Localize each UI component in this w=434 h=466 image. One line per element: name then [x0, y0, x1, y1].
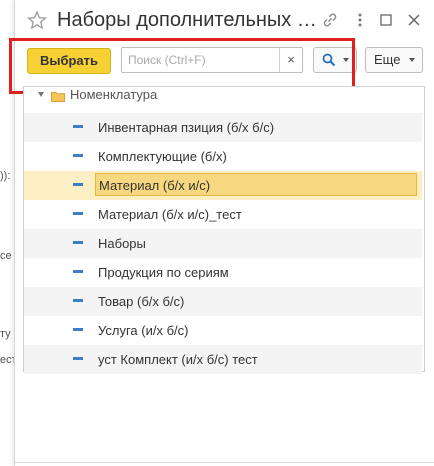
list-item-label: Материал (б/х и/с) — [95, 173, 417, 196]
background-window: )): се ту ест — [0, 0, 17, 466]
magnifier-icon — [322, 53, 336, 72]
window-title: Наборы дополнительных … — [57, 9, 317, 31]
search-field[interactable]: Поиск (Ctrl+F) × — [121, 47, 303, 73]
list-item-label: уст Комплект (и/х б/с) тест — [98, 352, 258, 367]
command-bar: Выбрать Поиск (Ctrl+F) × Еще — [15, 44, 434, 76]
item-marker-icon — [73, 299, 83, 302]
list-item-label: Инвентарная пзиция (б/х б/с) — [98, 120, 275, 135]
list-item[interactable]: Наборы — [24, 229, 422, 258]
item-marker-icon — [73, 154, 83, 157]
item-marker-icon — [73, 270, 83, 273]
more-button-label: Еще — [374, 52, 401, 67]
list-item[interactable]: Продукция по сериям — [24, 258, 422, 287]
maximize-icon[interactable] — [377, 11, 395, 29]
chevron-down-icon — [343, 58, 349, 62]
expand-icon[interactable] — [38, 92, 44, 97]
list-item[interactable]: Материал (б/х и/с)_тест — [24, 200, 422, 229]
item-marker-icon — [73, 183, 83, 186]
list-item-label: Материал (б/х и/с)_тест — [98, 207, 242, 222]
divider — [15, 462, 434, 463]
list-item[interactable]: Инвентарная пзиция (б/х б/с) — [24, 113, 422, 142]
search-options-button[interactable] — [313, 47, 357, 73]
list-item[interactable]: уст Комплект (и/х б/с) тест — [24, 345, 422, 374]
list-item-label: Продукция по сериям — [98, 265, 229, 280]
background-text: се — [0, 250, 12, 262]
background-text: )): — [0, 170, 11, 182]
item-marker-icon — [73, 357, 83, 360]
more-vertical-icon[interactable] — [351, 11, 369, 29]
tree-root[interactable]: Номенклатура — [24, 85, 422, 105]
item-marker-icon — [73, 328, 83, 331]
selection-dialog: Наборы дополнительных … Выбрать Поиск (C… — [9, 0, 434, 466]
close-icon[interactable] — [405, 11, 423, 29]
list-item-label: Товар (б/х б/с) — [98, 294, 185, 309]
tree-list[interactable]: Номенклатура Инвентарная пзиция (б/х б/с… — [23, 85, 425, 374]
list-item-label: Наборы — [98, 236, 146, 251]
title-bar: Наборы дополнительных … — [15, 0, 434, 40]
link-icon[interactable] — [321, 11, 339, 29]
list-item-selected[interactable]: Материал (б/х и/с) — [24, 171, 422, 200]
select-button[interactable]: Выбрать — [27, 48, 111, 74]
search-input[interactable]: Поиск (Ctrl+F) — [128, 48, 278, 72]
tree-root-label: Номенклатура — [70, 87, 158, 102]
more-button[interactable]: Еще — [365, 47, 423, 73]
item-marker-icon — [73, 241, 83, 244]
chevron-down-icon — [409, 58, 415, 62]
list-item[interactable]: Комплектующие (б/х) — [24, 142, 422, 171]
folder-icon — [51, 89, 65, 102]
list-item[interactable]: Товар (б/х б/с) — [24, 287, 422, 316]
star-icon[interactable] — [26, 10, 48, 30]
list-item[interactable]: Услуга (и/х б/с) — [24, 316, 422, 345]
list-item-label: Комплектующие (б/х) — [98, 149, 227, 164]
background-text: ту — [0, 328, 11, 340]
clear-search-button[interactable]: × — [279, 48, 302, 72]
item-marker-icon — [73, 212, 83, 215]
item-marker-icon — [73, 125, 83, 128]
list-item-label: Услуга (и/х б/с) — [98, 323, 189, 338]
